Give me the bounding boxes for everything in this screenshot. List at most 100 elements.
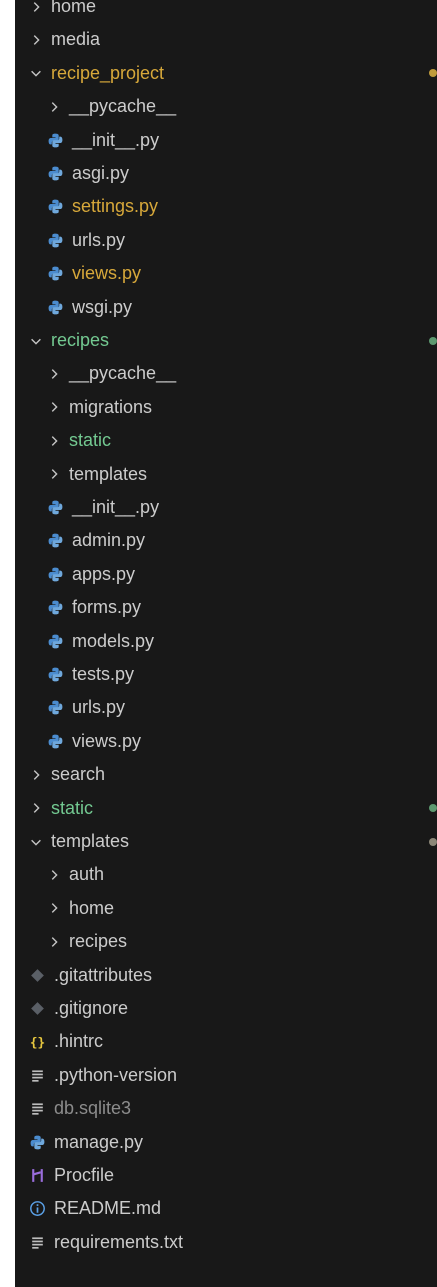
tree-item-label: apps.py — [72, 563, 136, 584]
git-icon — [27, 999, 47, 1019]
tree-folder[interactable]: templates — [15, 825, 437, 858]
tree-item-label: admin.py — [72, 530, 146, 551]
tree-item-label: views.py — [72, 730, 142, 751]
tree-file[interactable]: __init__.py — [15, 124, 437, 157]
tree-file[interactable]: db.sqlite3 — [15, 1092, 437, 1125]
tree-item-label: __init__.py — [72, 497, 160, 517]
tree-file[interactable]: models.py — [15, 625, 437, 658]
chevron-down-icon[interactable] — [25, 334, 47, 348]
tree-folder[interactable]: home — [15, 892, 437, 925]
python-icon — [45, 264, 65, 284]
tree-file[interactable]: requirements.txt — [15, 1226, 437, 1259]
python-icon — [45, 631, 65, 651]
tree-item-label: __pycache__ — [69, 363, 177, 384]
tree-item-label: manage.py — [54, 1131, 144, 1152]
svg-text:{}: {} — [29, 1036, 44, 1051]
tree-file[interactable]: views.py3 — [15, 257, 437, 290]
tree-file[interactable]: apps.py — [15, 558, 437, 591]
chevron-right-icon[interactable] — [43, 467, 65, 481]
tree-folder[interactable]: static — [15, 424, 437, 457]
tree-folder[interactable]: recipes — [15, 324, 437, 357]
python-icon — [45, 230, 65, 250]
python-icon — [45, 665, 65, 685]
tree-item-label: migrations — [69, 396, 153, 417]
tree-item-label: forms.py — [72, 597, 142, 618]
tree-item-label: static — [69, 430, 112, 451]
git-status-dot — [429, 837, 437, 846]
tree-file[interactable]: .gitattributes — [15, 959, 437, 992]
tree-file[interactable]: forms.py — [15, 591, 437, 624]
tree-file[interactable]: settings.pyM — [15, 190, 437, 223]
tree-item-label: .gitattributes — [54, 964, 153, 985]
tree-folder[interactable]: __pycache__ — [15, 357, 437, 390]
tree-item-label: requirements.txt — [54, 1231, 184, 1252]
tree-item-label: Procfile — [54, 1165, 115, 1185]
python-icon — [45, 164, 65, 184]
tree-item-label: .hintrc — [54, 1031, 104, 1052]
tree-folder[interactable]: home — [15, 0, 437, 23]
tree-item-label: README.md — [54, 1198, 162, 1219]
tree-item-label: templates — [69, 463, 148, 484]
tree-item-label: db.sqlite3 — [54, 1098, 132, 1119]
chevron-right-icon[interactable] — [43, 901, 65, 915]
tree-item-label: .gitignore — [54, 998, 129, 1018]
tree-item-label: __pycache__ — [69, 96, 177, 117]
tree-file[interactable]: .gitignore — [15, 992, 437, 1025]
tree-item-label: tests.py — [72, 664, 135, 684]
chevron-right-icon[interactable] — [25, 0, 47, 14]
tree-file[interactable]: urls.py — [15, 224, 437, 257]
tree-folder[interactable]: migrations — [15, 391, 437, 424]
python-icon — [27, 1132, 47, 1152]
chevron-right-icon[interactable] — [43, 434, 65, 448]
text-file-icon — [27, 1065, 47, 1085]
tree-folder[interactable]: media — [15, 23, 437, 56]
chevron-down-icon[interactable] — [25, 66, 47, 80]
tree-file[interactable]: views.py — [15, 725, 437, 758]
chevron-right-icon[interactable] — [25, 801, 47, 815]
chevron-right-icon[interactable] — [43, 100, 65, 114]
heroku-icon — [27, 1166, 47, 1186]
tree-folder[interactable]: recipes — [15, 925, 437, 958]
tree-item-label: templates — [51, 831, 130, 851]
tree-file[interactable]: .python-version — [15, 1059, 437, 1092]
tree-file[interactable]: tests.py — [15, 658, 437, 691]
text-file-icon — [27, 1099, 47, 1119]
chevron-down-icon[interactable] — [25, 835, 47, 849]
chevron-right-icon[interactable] — [43, 868, 65, 882]
tree-file[interactable]: __init__.py — [15, 491, 437, 524]
tree-folder[interactable]: recipe_project — [15, 57, 437, 90]
tree-item-label: search — [51, 764, 106, 785]
info-icon — [27, 1199, 47, 1219]
chevron-right-icon[interactable] — [43, 400, 65, 414]
chevron-right-icon[interactable] — [43, 367, 65, 381]
tree-folder[interactable]: __pycache__ — [15, 90, 437, 123]
tree-file[interactable]: Procfile — [15, 1159, 437, 1192]
tree-folder[interactable]: auth — [15, 858, 437, 891]
tree-file[interactable]: wsgi.py — [15, 291, 437, 324]
chevron-right-icon[interactable] — [25, 768, 47, 782]
chevron-right-icon[interactable] — [43, 935, 65, 949]
tree-file[interactable]: {} .hintrc — [15, 1025, 437, 1058]
chevron-right-icon[interactable] — [25, 33, 47, 47]
tree-item-label: static — [51, 797, 94, 818]
tree-file[interactable]: asgi.py — [15, 157, 437, 190]
python-icon — [45, 698, 65, 718]
git-status-dot — [429, 336, 437, 345]
tree-item-label: urls.py — [72, 697, 126, 718]
python-icon — [45, 197, 65, 217]
tree-item-label: media — [51, 29, 101, 50]
tree-file[interactable]: manage.py — [15, 1126, 437, 1159]
tree-folder[interactable]: static — [15, 792, 437, 825]
tree-file[interactable]: admin.py — [15, 524, 437, 557]
python-icon — [45, 498, 65, 518]
python-icon — [45, 731, 65, 751]
tree-folder[interactable]: templates — [15, 458, 437, 491]
tree-file[interactable]: README.md — [15, 1192, 437, 1225]
tree-file[interactable]: urls.py — [15, 691, 437, 724]
tree-item-label: settings.py — [72, 196, 159, 217]
tree-item-label: home — [69, 897, 115, 918]
tree-item-label: recipe_project — [51, 62, 165, 83]
tree-item-label: models.py — [72, 630, 155, 651]
python-icon — [45, 564, 65, 584]
tree-folder[interactable]: search — [15, 758, 437, 791]
